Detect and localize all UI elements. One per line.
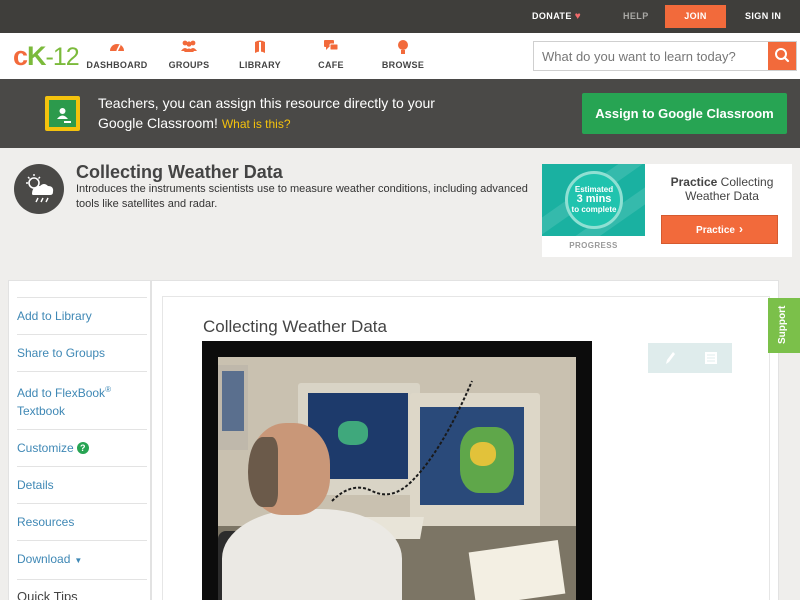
support-tab[interactable]: Support [768, 298, 800, 353]
quick-tips-heading[interactable]: Quick Tips [17, 580, 147, 600]
dashboard-icon [82, 39, 152, 57]
sidebar-item-add-to-flexbook[interactable]: Add to FlexBook® Textbook [17, 372, 147, 430]
search-button[interactable] [768, 42, 796, 70]
nav-groups[interactable]: GROUPS [154, 39, 224, 70]
donate-label: DONATE [532, 11, 572, 21]
cafe-icon [296, 39, 366, 57]
practice-button[interactable]: Practice › [661, 215, 778, 244]
sidebar-item-download[interactable]: Download ▼ [17, 541, 147, 580]
practice-card: Estimated 3 mins to complete PROGRESS Pr… [542, 164, 792, 257]
search-box [533, 41, 797, 71]
content-title: Collecting Weather Data [203, 317, 387, 336]
google-classroom-banner: Teachers, you can assign this resource d… [0, 79, 800, 148]
help-link[interactable]: HELP [623, 0, 649, 33]
practice-title: Practice Collecting Weather Data [670, 175, 774, 203]
sidebar-item-add-to-library[interactable]: Add to Library [17, 298, 147, 335]
sidebar-item-resources[interactable]: Resources [17, 504, 147, 541]
search-input[interactable] [534, 42, 768, 70]
content-tools [648, 343, 732, 373]
sidebar-item-customize[interactable]: Customize? [17, 430, 147, 467]
nav-cafe-label: CAFE [318, 60, 344, 70]
nav-library[interactable]: LIBRARY [225, 39, 295, 70]
notes-icon[interactable] [690, 343, 732, 373]
top-utility-bar: DONATE ♥ HELP JOIN SIGN IN [0, 0, 800, 33]
weather-icon [14, 164, 64, 214]
pencil-icon[interactable] [648, 343, 690, 373]
nav-browse[interactable]: BROWSE [368, 39, 438, 70]
browse-icon [368, 39, 438, 57]
weather-station-photo [202, 341, 592, 600]
support-label: Support [777, 305, 788, 344]
google-classroom-icon [45, 96, 80, 131]
estimated-time-badge: Estimated 3 mins to complete [565, 171, 623, 229]
caret-down-icon: ▼ [74, 556, 83, 565]
sign-in-link[interactable]: SIGN IN [745, 0, 781, 33]
what-is-this-link[interactable]: What is this? [222, 117, 291, 131]
chevron-right-icon: › [738, 222, 743, 236]
library-icon [225, 39, 295, 57]
concept-description: Introduces the instruments scientists us… [76, 183, 528, 210]
ck12-logo[interactable]: cK-12 [13, 42, 80, 71]
nav-browse-label: BROWSE [381, 60, 425, 70]
sidebar-menu: Add to Library Share to Groups Add to Fl… [17, 297, 147, 600]
sidebar-item-details[interactable]: Details [17, 467, 147, 504]
concept-title: Collecting Weather Data [76, 162, 283, 182]
donate-link[interactable]: DONATE ♥ [532, 0, 581, 33]
sidebar-item-share-to-groups[interactable]: Share to Groups [17, 335, 147, 372]
groups-icon [154, 39, 224, 57]
classroom-banner-text: Teachers, you can assign this resource d… [98, 93, 438, 134]
nav-library-label: LIBRARY [239, 60, 281, 70]
nav-groups-label: GROUPS [168, 60, 210, 70]
main-nav: cK-12 DASHBOARD GROUPS LIBRARY CAFE BROW… [0, 33, 800, 79]
heart-icon: ♥ [574, 11, 582, 22]
help-icon[interactable]: ? [76, 442, 89, 454]
search-icon [775, 48, 790, 63]
nav-cafe[interactable]: CAFE [296, 39, 366, 70]
progress-graphic: Estimated 3 mins to complete [542, 164, 645, 236]
assign-to-google-classroom-button[interactable]: Assign to Google Classroom [582, 93, 787, 134]
nav-dashboard-label: DASHBOARD [86, 60, 148, 70]
join-button[interactable]: JOIN [665, 5, 726, 28]
progress-label: PROGRESS [569, 241, 618, 250]
sidebar: Add to Library Share to Groups Add to Fl… [8, 280, 151, 600]
nav-dashboard[interactable]: DASHBOARD [82, 39, 152, 70]
